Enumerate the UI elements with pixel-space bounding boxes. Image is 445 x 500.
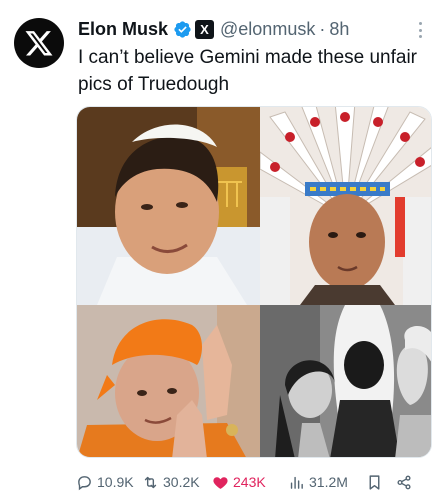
- tweet-media-grid[interactable]: [76, 106, 432, 458]
- reply-count: 10.9K: [97, 474, 134, 490]
- author-avatar[interactable]: [14, 18, 64, 68]
- reply-icon: [78, 475, 91, 490]
- author-name[interactable]: Elon Musk: [78, 19, 168, 40]
- media-image-3[interactable]: [77, 305, 260, 457]
- like-count: 243K: [233, 474, 266, 490]
- bookmark-button[interactable]: [366, 472, 396, 492]
- x-affiliate-badge-icon[interactable]: X: [195, 19, 215, 39]
- bookmark-icon: [369, 474, 380, 490]
- views-icon: [290, 476, 303, 489]
- media-image-2[interactable]: [260, 107, 431, 305]
- share-button[interactable]: [396, 472, 416, 492]
- views-button[interactable]: 31.2M: [288, 472, 366, 492]
- retweet-count: 30.2K: [163, 474, 200, 490]
- share-icon: [397, 475, 411, 489]
- retweet-icon: [144, 476, 157, 488]
- heart-icon: [213, 476, 228, 489]
- reply-button[interactable]: 10.9K: [76, 472, 142, 492]
- more-options-icon[interactable]: [413, 20, 427, 40]
- media-image-1[interactable]: [77, 107, 260, 305]
- author-handle[interactable]: @elonmusk: [220, 19, 315, 40]
- retweet-button[interactable]: 30.2K: [142, 472, 212, 492]
- x-logo-icon: [25, 31, 53, 56]
- verified-badge-icon[interactable]: [173, 20, 192, 39]
- media-image-4[interactable]: [260, 305, 431, 457]
- like-button[interactable]: 243K: [212, 472, 288, 492]
- separator-dot: ·: [319, 18, 326, 39]
- tweet-timestamp[interactable]: 8h: [329, 19, 349, 40]
- tweet-header: Elon Musk X @elonmusk · 8h: [78, 17, 349, 41]
- tweet-card[interactable]: Elon Musk X @elonmusk · 8h I can’t belie…: [0, 0, 445, 500]
- tweet-actions-bar: 10.9K 30.2K 243K 31.2M: [76, 472, 436, 492]
- views-count: 31.2M: [309, 474, 348, 490]
- tweet-text: I can’t believe Gemini made these unfair…: [78, 47, 418, 95]
